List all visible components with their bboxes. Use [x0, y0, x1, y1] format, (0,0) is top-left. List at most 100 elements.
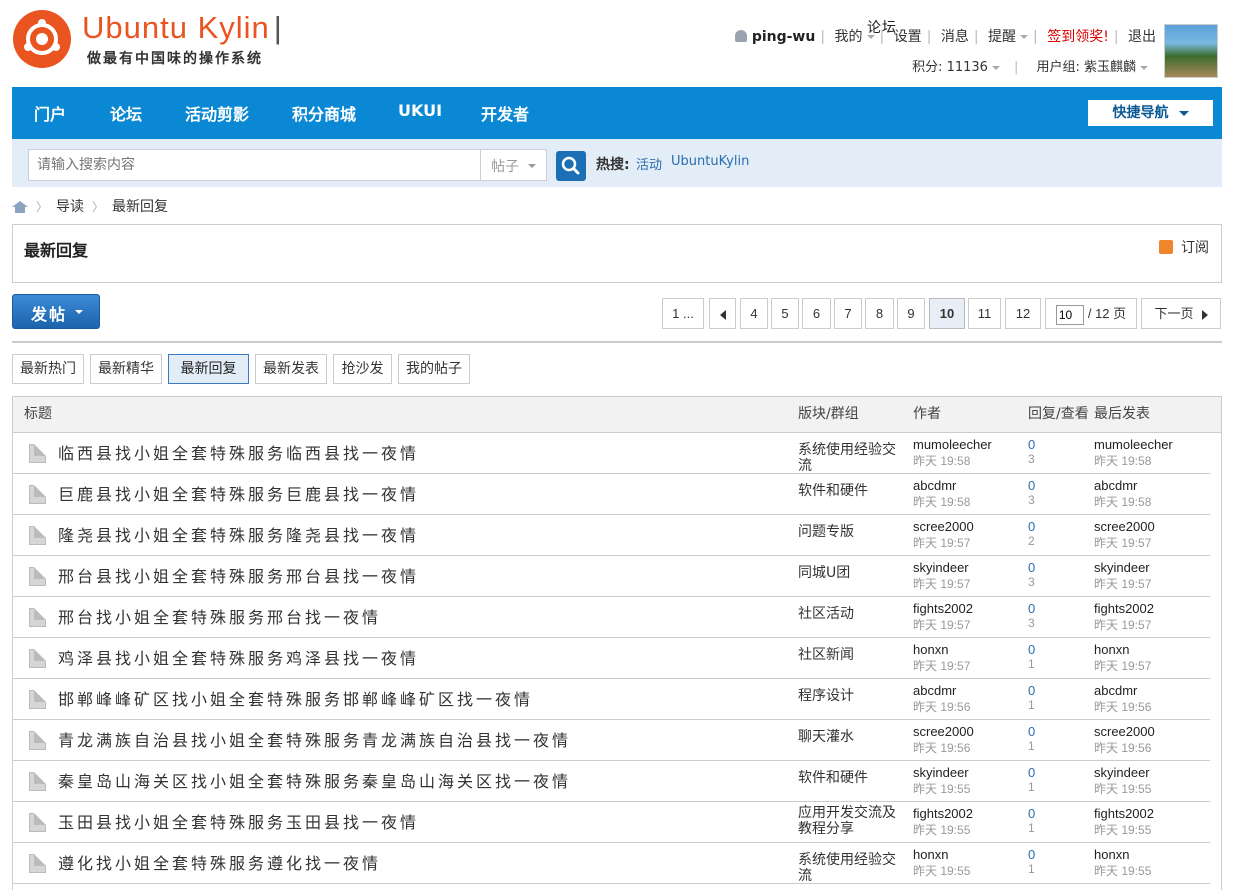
last-poster-link[interactable]: skyindeer [1094, 560, 1150, 575]
pager-page[interactable]: 8 [865, 298, 894, 329]
thread-title-link[interactable]: 青龙满族自治县找小姐全套特殊服务青龙满族自治县找一夜情 [58, 727, 571, 751]
tab-latest-reply[interactable]: 最新回复 [168, 354, 249, 384]
last-poster-link[interactable]: fights2002 [1094, 601, 1154, 616]
thread-title-link[interactable]: 遵化找小姐全套特殊服务遵化找一夜情 [58, 850, 381, 874]
nav-item-points-mall[interactable]: 积分商城 [292, 101, 356, 125]
author-link[interactable]: honxn [913, 642, 948, 657]
forum-link[interactable]: 同城U团 [798, 565, 908, 581]
forum-link[interactable]: 软件和硬件 [798, 770, 908, 786]
last-poster-link[interactable]: fights2002 [1094, 806, 1154, 821]
tab-latest-post[interactable]: 最新发表 [255, 354, 327, 384]
pager-page[interactable]: 4 [740, 298, 768, 329]
last-post-time[interactable]: 昨天 19:57 [1094, 534, 1151, 551]
last-post-time[interactable]: 昨天 19:57 [1094, 657, 1151, 674]
forum-link[interactable]: 问题专版 [798, 524, 908, 540]
author-link[interactable]: honxn [913, 847, 948, 862]
tab-featured[interactable]: 最新精华 [90, 354, 162, 384]
last-poster-link[interactable]: honxn [1094, 847, 1129, 862]
author-link[interactable]: abcdmr [913, 478, 956, 493]
thread-title-link[interactable]: 隆尧县找小姐全套特殊服务隆尧县找一夜情 [58, 522, 419, 546]
nav-item-developers[interactable]: 开发者 [481, 101, 529, 125]
thread-title-link[interactable]: 邢台找小姐全套特殊服务邢台找一夜情 [58, 604, 381, 628]
last-poster-link[interactable]: abcdmr [1094, 478, 1137, 493]
reminders-menu[interactable]: 提醒 [988, 26, 1029, 46]
author-link[interactable]: scree2000 [913, 519, 974, 534]
quick-nav-button[interactable]: 快捷导航 [1088, 100, 1213, 126]
sign-in-reward-link[interactable]: 签到领奖! [1047, 26, 1109, 46]
avatar[interactable] [1164, 24, 1218, 78]
pager-page[interactable]: 11 [968, 298, 1001, 329]
ubuntu-kylin-logo-icon[interactable] [13, 10, 71, 68]
author-link[interactable]: skyindeer [913, 560, 969, 575]
search-button[interactable] [556, 151, 586, 181]
last-post-time[interactable]: 昨天 19:58 [1094, 452, 1151, 469]
last-post-time[interactable]: 昨天 19:55 [1094, 862, 1151, 879]
forum-link[interactable]: 软件和硬件 [798, 483, 908, 499]
last-poster-link[interactable]: abcdmr [1094, 683, 1137, 698]
reply-count[interactable]: 0 [1028, 683, 1035, 698]
last-post-time[interactable]: 昨天 19:56 [1094, 739, 1151, 756]
reply-count[interactable]: 0 [1028, 642, 1035, 657]
nav-item-ukui[interactable]: UKUI [398, 101, 442, 120]
pager-page[interactable]: 6 [802, 298, 831, 329]
breadcrumb-current[interactable]: 最新回复 [112, 199, 168, 215]
last-post-time[interactable]: 昨天 19:55 [1094, 780, 1151, 797]
last-post-time[interactable]: 昨天 19:57 [1094, 575, 1151, 592]
reply-count[interactable]: 0 [1028, 724, 1035, 739]
last-poster-link[interactable]: scree2000 [1094, 724, 1155, 739]
points-menu[interactable]: 积分: 11136 [912, 60, 1000, 75]
pager-page[interactable]: 7 [834, 298, 862, 329]
forum-link[interactable]: 应用开发交流及教程分享 [798, 805, 908, 837]
last-post-time[interactable]: 昨天 19:56 [1094, 698, 1151, 715]
forum-link[interactable]: 社区新闻 [798, 647, 908, 663]
author-link[interactable]: fights2002 [913, 806, 973, 821]
author-link[interactable]: fights2002 [913, 601, 973, 616]
nav-item-forum[interactable]: 论坛 [110, 101, 142, 125]
thread-title-link[interactable]: 玉田县找小姐全套特殊服务玉田县找一夜情 [58, 809, 419, 833]
hot-search-link[interactable]: UbuntuKylin [671, 154, 749, 169]
nav-item-portal[interactable]: 门户 [34, 101, 66, 125]
thread-title-link[interactable]: 邢台县找小姐全套特殊服务邢台县找一夜情 [58, 563, 419, 587]
last-poster-link[interactable]: skyindeer [1094, 765, 1150, 780]
page-jump-input[interactable] [1055, 304, 1084, 325]
thread-title-link[interactable]: 巨鹿县找小姐全套特殊服务巨鹿县找一夜情 [58, 481, 419, 505]
forum-link[interactable]: 系统使用经验交流 [798, 852, 908, 884]
hot-search-link[interactable]: 活动 [636, 154, 662, 173]
last-poster-link[interactable]: scree2000 [1094, 519, 1155, 534]
search-input[interactable] [28, 149, 481, 181]
reply-count[interactable]: 0 [1028, 437, 1035, 452]
logout-link[interactable]: 退出 [1128, 26, 1156, 46]
author-link[interactable]: mumoleecher [913, 437, 992, 452]
reply-count[interactable]: 0 [1028, 601, 1035, 616]
home-icon[interactable] [12, 201, 28, 213]
tab-no-reply[interactable]: 抢沙发 [333, 354, 392, 384]
username-link[interactable]: ping-wu [752, 29, 816, 45]
pager-prev[interactable] [709, 298, 736, 329]
tab-my-posts[interactable]: 我的帖子 [398, 354, 470, 384]
messages-link[interactable]: 消息 [941, 26, 969, 46]
last-post-time[interactable]: 昨天 19:57 [1094, 616, 1151, 633]
breadcrumb-guide[interactable]: 导读 [56, 199, 84, 215]
thread-title-link[interactable]: 秦皇岛山海关区找小姐全套特殊服务秦皇岛山海关区找一夜情 [58, 768, 571, 792]
site-brand[interactable]: Ubuntu Kylin | 论坛 [82, 10, 896, 46]
tab-hot[interactable]: 最新热门 [12, 354, 84, 384]
forum-link[interactable]: 系统使用经验交流 [798, 442, 908, 474]
author-link[interactable]: skyindeer [913, 765, 969, 780]
my-menu[interactable]: 我的 [835, 26, 875, 46]
forum-link[interactable]: 程序设计 [798, 688, 908, 704]
usergroup-menu[interactable]: 用户组: 紫玉麒麟 [1036, 60, 1148, 75]
search-type-select[interactable]: 帖子 [480, 149, 547, 181]
subscribe-link[interactable]: 订阅 [1159, 237, 1209, 257]
pager-next[interactable]: 下一页 [1141, 298, 1221, 329]
pager-page[interactable]: 12 [1005, 298, 1041, 329]
reply-count[interactable]: 0 [1028, 847, 1035, 862]
last-post-time[interactable]: 昨天 19:58 [1094, 493, 1151, 510]
new-post-button[interactable]: 发帖 [12, 294, 100, 329]
last-post-time[interactable]: 昨天 19:55 [1094, 821, 1151, 838]
reply-count[interactable]: 0 [1028, 560, 1035, 575]
author-link[interactable]: abcdmr [913, 683, 956, 698]
reply-count[interactable]: 0 [1028, 478, 1035, 493]
reply-count[interactable]: 0 [1028, 519, 1035, 534]
reply-count[interactable]: 0 [1028, 806, 1035, 821]
nav-item-events[interactable]: 活动剪影 [185, 101, 249, 125]
